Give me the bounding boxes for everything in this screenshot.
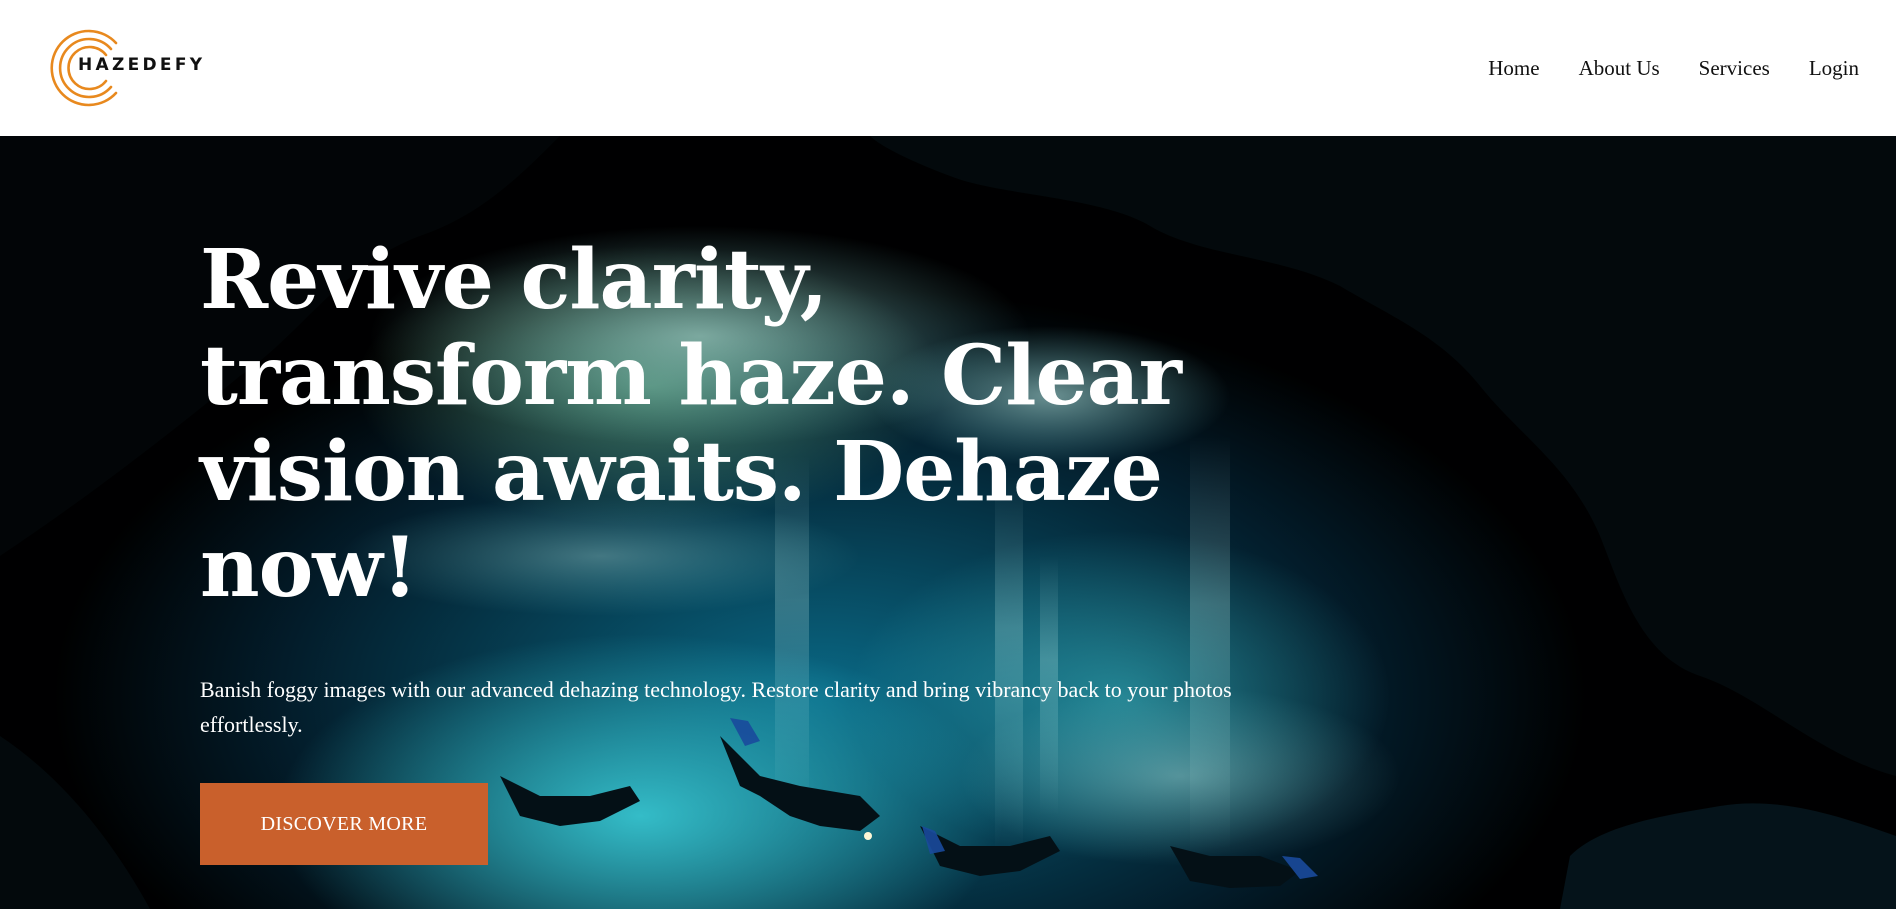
brand-logo[interactable]: HAZEDEFY [50, 28, 202, 108]
nav-login[interactable]: Login [1809, 56, 1859, 81]
nav-services[interactable]: Services [1699, 56, 1770, 81]
hero-content: Revive clarity, transform haze. Clear vi… [200, 232, 1260, 865]
hero-headline: Revive clarity, transform haze. Clear vi… [200, 232, 1182, 616]
discover-more-button[interactable]: DISCOVER MORE [200, 783, 488, 865]
nav-about-us[interactable]: About Us [1579, 56, 1660, 81]
nav-home[interactable]: Home [1488, 56, 1539, 81]
brand-name: HAZEDEFY [78, 55, 206, 75]
site-header: HAZEDEFY Home About Us Services Login [0, 0, 1896, 136]
hero-subtext: Banish foggy images with our advanced de… [200, 677, 1232, 737]
main-nav: Home About Us Services Login [1488, 56, 1859, 81]
hero-section: Revive clarity, transform haze. Clear vi… [0, 136, 1896, 909]
